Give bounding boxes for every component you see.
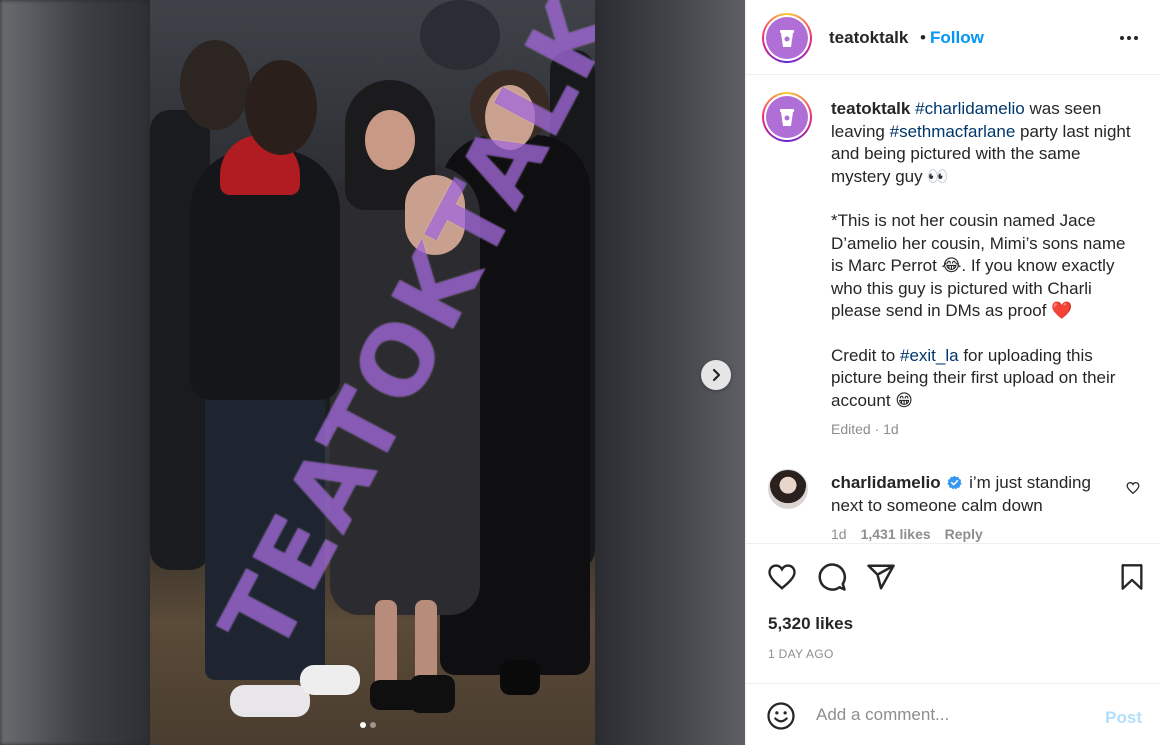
media-blur-left [0, 0, 150, 745]
share-button[interactable] [866, 562, 896, 597]
caption-meta: Edited · 1d [831, 421, 899, 437]
comment-like-button[interactable] [1126, 481, 1140, 500]
post-panel: teatoktalk • Follow teatoktalk #charlida… [745, 0, 1159, 745]
post-photo[interactable]: TEATOKTALK [150, 0, 595, 745]
caption-username[interactable]: teatoktalk [831, 99, 910, 118]
hashtag-link[interactable]: #charlidamelio [915, 99, 1025, 118]
bookmark-icon [1121, 564, 1143, 590]
comment-meta: 1d 1,431 likes Reply [831, 526, 983, 542]
comment-age: 1d [831, 526, 847, 542]
girl-arm [405, 175, 465, 255]
media-pagination [360, 722, 376, 728]
comment-icon [818, 563, 846, 591]
girl-shoe [410, 675, 455, 713]
pagination-dot [370, 722, 376, 728]
separator-dot: • [920, 28, 926, 47]
paper-plane-icon [867, 564, 895, 590]
caption-avatar[interactable] [762, 92, 812, 142]
post-comment-button[interactable]: Post [1105, 708, 1142, 728]
post-timestamp[interactable]: 1 DAY AGO [768, 647, 834, 661]
comment-text: charlidamelio i’m just standing next to … [831, 472, 1111, 517]
caption-text-segment: Credit to [831, 345, 900, 365]
cup-icon [766, 17, 808, 59]
emoji-button[interactable] [766, 701, 796, 736]
account-avatar[interactable] [762, 13, 812, 63]
hashtag-link[interactable]: #exit_la [900, 346, 959, 365]
post-header: teatoktalk • Follow [746, 0, 1159, 75]
comment-input[interactable] [816, 700, 1086, 730]
verified-badge-icon [947, 475, 962, 490]
comments-section[interactable]: teatoktalk #charlidamelio was seen leavi… [746, 76, 1159, 543]
guy-jeans [205, 390, 325, 680]
add-comment-bar: Post [746, 683, 1159, 745]
chevron-right-icon [712, 368, 721, 382]
save-button[interactable] [1118, 562, 1146, 597]
guy-shoe [230, 685, 310, 717]
heart-icon [768, 564, 796, 590]
girl-face [365, 110, 415, 170]
girl-leg [375, 600, 397, 690]
woman-face [485, 85, 535, 150]
post-actions: 5,320 likes 1 DAY AGO [746, 543, 1159, 683]
smiley-icon [767, 702, 795, 730]
more-horizontal-icon [1120, 36, 1138, 40]
comment-likes[interactable]: 1,431 likes [861, 526, 931, 542]
like-button[interactable] [766, 562, 798, 597]
guy-shoe [300, 665, 360, 695]
post-media: TEATOKTALK [0, 0, 745, 745]
caption-text: teatoktalk #charlidamelio was seen leavi… [831, 98, 1131, 441]
hashtag-link[interactable]: #sethmacfarlane [890, 122, 1016, 141]
next-media-button[interactable] [701, 360, 731, 390]
comment-button[interactable] [817, 562, 847, 597]
background-person-head [420, 0, 500, 70]
pagination-dot-active [360, 722, 366, 728]
more-options-button[interactable] [1118, 27, 1140, 54]
guy-head [245, 60, 317, 155]
cup-icon [766, 96, 808, 138]
commenter-avatar[interactable] [768, 469, 808, 509]
commenter-username[interactable]: charlidamelio [831, 473, 941, 492]
account-username[interactable]: teatoktalk [829, 28, 908, 48]
background-person-head [180, 40, 250, 130]
likes-count[interactable]: 5,320 likes [768, 614, 853, 634]
woman-shoe [500, 660, 540, 695]
heart-icon [1126, 481, 1140, 495]
reply-button[interactable]: Reply [945, 526, 983, 542]
follow-button[interactable]: Follow [930, 28, 984, 48]
caption-paragraph: *This is not her cousin named Jace D’ame… [831, 211, 1126, 320]
